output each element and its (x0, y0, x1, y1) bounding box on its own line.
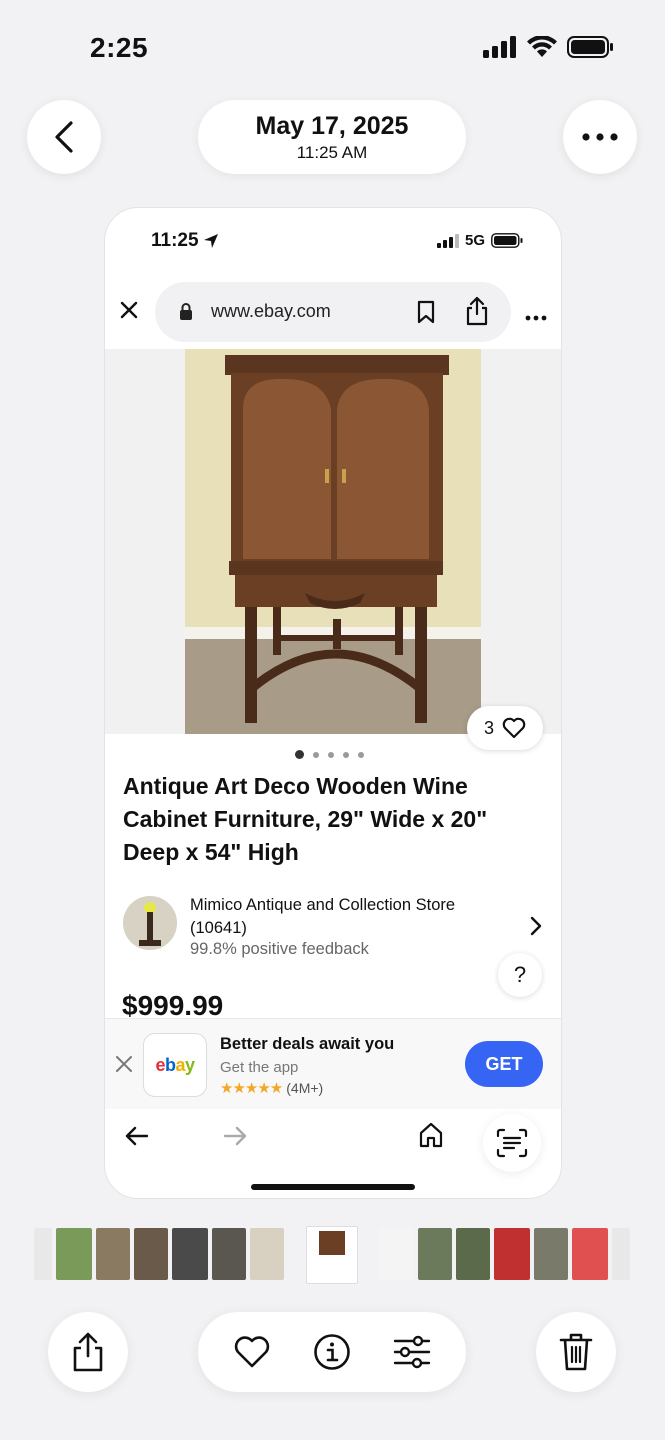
bookmark-icon (417, 300, 435, 324)
photo-date: May 17, 2025 (255, 111, 409, 140)
wifi-icon (527, 36, 557, 57)
photo-time: 11:25 AM (296, 142, 368, 162)
delete-button[interactable] (536, 1312, 616, 1392)
close-tab-button[interactable] (119, 300, 139, 325)
live-text-button[interactable] (483, 1114, 541, 1172)
back-button[interactable] (27, 100, 101, 174)
thumbnail[interactable] (34, 1228, 52, 1280)
address-bar[interactable]: www.ebay.com (155, 282, 511, 342)
cellular-signal-icon (483, 36, 516, 58)
browser-nav-bar (105, 1108, 561, 1172)
get-app-button[interactable]: GET (465, 1041, 543, 1087)
carousel-dot[interactable] (295, 750, 304, 759)
help-button[interactable]: ? (498, 953, 542, 997)
date-pill: May 17, 2025 11:25 AM (198, 100, 466, 174)
heart-icon (502, 717, 526, 739)
product-photo[interactable] (185, 349, 481, 734)
trash-icon (559, 1333, 593, 1371)
network-label: 5G (464, 232, 485, 249)
inner-status-time: 11:25 (151, 230, 199, 251)
arrow-right-icon[interactable] (223, 1126, 247, 1146)
thumbnail[interactable] (378, 1228, 414, 1280)
ellipsis-icon (525, 315, 547, 321)
thumbnail[interactable] (494, 1228, 530, 1280)
thumbnail-strip (0, 1226, 665, 1284)
seller-name[interactable]: Mimico Antique and Collection Store (106… (190, 894, 510, 940)
thumbnail[interactable] (456, 1228, 490, 1280)
url-text: www.ebay.com (211, 301, 331, 321)
photo-actions-group (198, 1312, 466, 1392)
device-status-time: 2:25 (90, 32, 149, 63)
share-icon (73, 1332, 103, 1372)
seller-info[interactable]: Mimico Antique and Collection Store (106… (123, 894, 543, 966)
lock-icon (180, 303, 192, 320)
share-icon (466, 296, 488, 326)
share-button[interactable] (48, 1312, 128, 1392)
banner-title: Better deals await you (220, 1035, 395, 1053)
thumbnail-selected[interactable] (306, 1226, 358, 1284)
carousel-dot[interactable] (343, 751, 349, 758)
battery-icon (491, 233, 523, 248)
banner-subtitle: Get the app (220, 1059, 299, 1076)
thumbnail[interactable] (418, 1228, 452, 1280)
home-icon[interactable] (419, 1122, 443, 1148)
text-scan-icon (496, 1128, 528, 1158)
cellular-signal-icon (436, 233, 459, 248)
thumbnail[interactable] (212, 1228, 246, 1280)
ellipsis-icon (582, 133, 618, 141)
browser-toolbar: www.ebay.com (105, 282, 561, 342)
arrow-left-icon[interactable] (125, 1126, 149, 1146)
banner-rating: ★★★★★ (4M+) (220, 1079, 323, 1097)
thumbnail[interactable] (572, 1228, 608, 1280)
product-image-area[interactable] (105, 349, 561, 734)
info-icon[interactable] (313, 1333, 351, 1371)
inner-status-time-group: 11:25 (151, 230, 219, 252)
device-status-icons (483, 36, 613, 58)
carousel-dot[interactable] (313, 751, 319, 758)
rating-count: (4M+) (286, 1080, 324, 1096)
thumbnail[interactable] (172, 1228, 208, 1280)
carousel-dot[interactable] (328, 751, 334, 758)
browser-menu-button[interactable] (525, 308, 547, 326)
watchers-button[interactable]: 3 (467, 706, 543, 750)
thumbnail[interactable] (250, 1228, 284, 1280)
thumbnail[interactable] (612, 1228, 630, 1280)
thumbnail[interactable] (56, 1228, 92, 1280)
inner-status-icons: 5G (436, 232, 523, 249)
adjustments-icon[interactable] (393, 1335, 431, 1369)
thumbnail[interactable] (534, 1228, 568, 1280)
home-indicator (251, 1184, 415, 1190)
heart-icon[interactable] (233, 1335, 271, 1369)
ebay-logo: ebay (143, 1033, 207, 1097)
chevron-left-icon (55, 121, 73, 153)
screenshot-preview[interactable]: 11:25 5G www.ebay.com 3 Antique Art Deco… (104, 207, 562, 1199)
seller-feedback: 99.8% positive feedback (190, 940, 369, 958)
app-download-banner: ebay Better deals await you Get the app … (105, 1018, 561, 1109)
watchers-count: 3 (483, 717, 494, 738)
star-rating: ★★★★★ (220, 1080, 283, 1097)
thumbnail[interactable] (134, 1228, 168, 1280)
thumbnail[interactable] (96, 1228, 130, 1280)
carousel-dot[interactable] (358, 751, 364, 758)
close-icon (120, 301, 138, 319)
seller-avatar (123, 896, 177, 950)
image-carousel-dots (295, 750, 364, 759)
location-arrow-icon (203, 234, 218, 248)
close-icon[interactable] (115, 1055, 133, 1073)
battery-icon (567, 36, 613, 58)
more-options-button[interactable] (563, 100, 637, 174)
chevron-right-icon (530, 916, 542, 936)
listing-title: Antique Art Deco Wooden Wine Cabinet Fur… (123, 773, 488, 865)
